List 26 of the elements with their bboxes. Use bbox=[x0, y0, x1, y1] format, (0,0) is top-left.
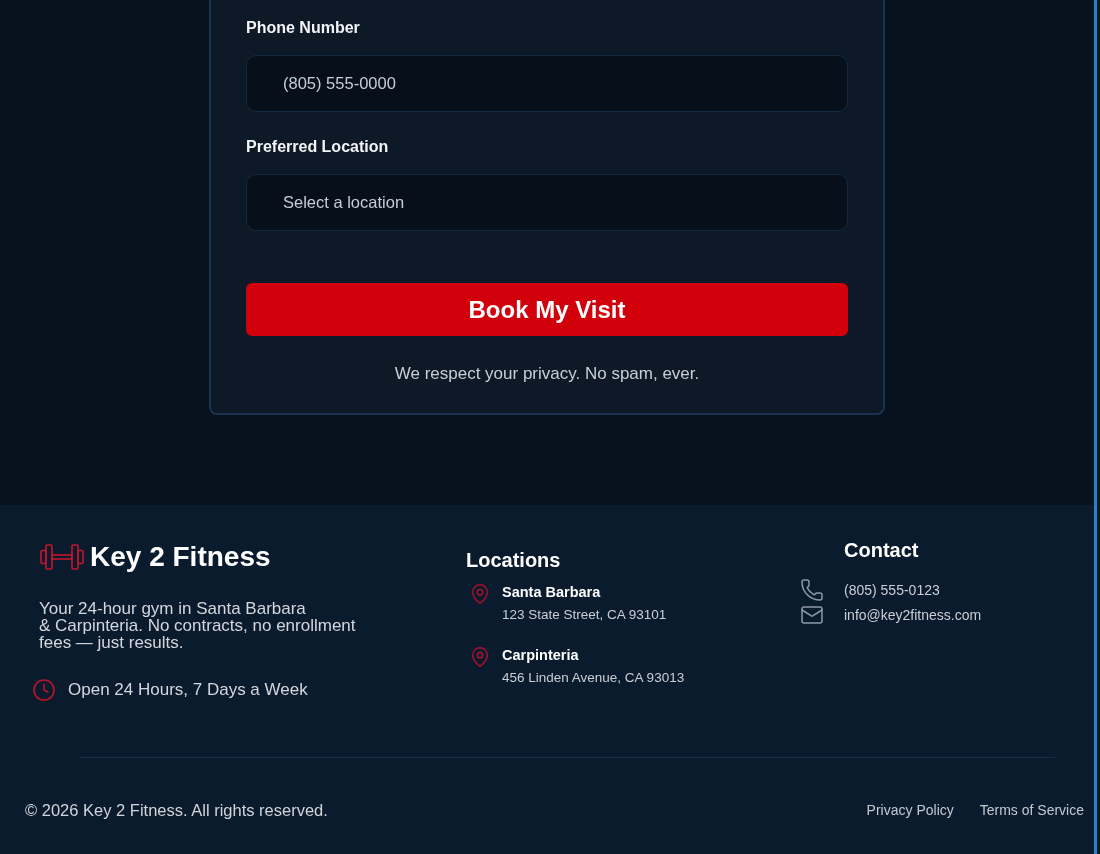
field-label: Phone Number bbox=[246, 18, 361, 38]
brand-description: Your 24-hour gym in Santa Barbara & Carpinteria. No contracts, no enrollment fees — just results. bbox=[39, 600, 357, 651]
copyright-text: © 2026 Key 2 Fitness. All rights reserved. bbox=[25, 800, 328, 821]
map-pin-icon bbox=[469, 583, 491, 605]
footer-link[interactable]: Terms of Service bbox=[979, 798, 1084, 822]
input-field[interactable]: (805) 555-0000 bbox=[246, 55, 848, 112]
location-name: Carpinteria bbox=[502, 646, 580, 664]
location-address: 456 Linden Avenue, CA 93013 bbox=[502, 669, 685, 687]
location-address: 123 State Street, CA 93101 bbox=[502, 606, 667, 624]
phone-icon bbox=[800, 578, 824, 602]
privacy-note: We respect your privacy. No spam, ever. bbox=[394, 363, 700, 385]
mail-icon bbox=[800, 603, 824, 627]
book-visit-button[interactable]: Book My Visit bbox=[246, 283, 848, 336]
section-heading: Contact bbox=[844, 538, 919, 562]
brand-name: Key 2 Fitness bbox=[90, 541, 271, 573]
clock-icon bbox=[32, 678, 56, 702]
contact-text: (805) 555-0123 bbox=[844, 581, 940, 600]
contact-text: info@key2fitness.com bbox=[844, 606, 982, 625]
map-pin-icon bbox=[469, 646, 491, 668]
hours-text: Open 24 Hours, 7 Days a Week bbox=[68, 679, 308, 701]
footer-link[interactable]: Privacy Policy bbox=[866, 798, 954, 822]
section-heading: Locations bbox=[466, 548, 561, 572]
field-label: Preferred Location bbox=[246, 137, 390, 157]
input-field[interactable]: Select a location bbox=[246, 174, 848, 231]
location-name: Santa Barbara bbox=[502, 583, 602, 601]
dumbbell-icon bbox=[40, 544, 84, 570]
